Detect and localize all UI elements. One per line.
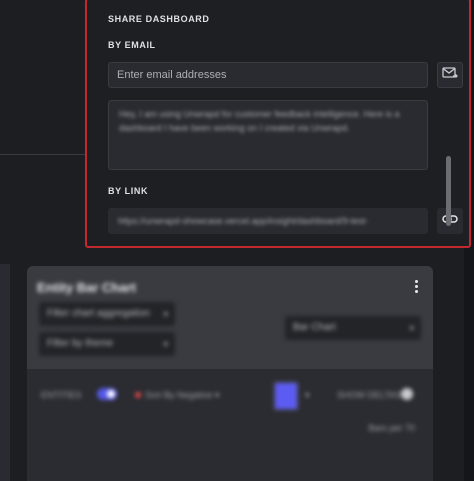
- aggregation-select-label: Filter chart aggregation: [47, 308, 150, 319]
- chart-type-label: Bar Chart: [293, 322, 336, 333]
- entities-toggle-label: ENTITIES: [41, 390, 82, 400]
- sort-select-label: Sort By Negative: [145, 390, 213, 400]
- sort-select[interactable]: Sort By Negative ▾: [135, 390, 220, 401]
- bars-per-label: Bars per 70: [368, 423, 415, 433]
- color-swatch[interactable]: [273, 381, 299, 411]
- share-dashboard-panel: SHARE DASHBOARD BY EMAIL Hey, I am using…: [85, 0, 471, 248]
- chevron-down-icon: ▾: [409, 323, 414, 333]
- mail-send-icon: [442, 66, 458, 85]
- chevron-down-icon: ▾: [163, 339, 168, 349]
- message-textarea[interactable]: Hey, I am using Unwrapd for customer fee…: [108, 100, 428, 170]
- more-options-icon[interactable]: [415, 280, 419, 293]
- background-side-panel: [0, 264, 10, 481]
- chevron-down-icon: ▾: [163, 309, 168, 319]
- deltas-toggle-label: SHOW DELTAS: [337, 390, 402, 400]
- group-select-label: Filter by theme: [47, 338, 114, 349]
- status-dot-icon: [135, 392, 141, 398]
- swatch-chevron-icon[interactable]: ▾: [305, 390, 310, 401]
- message-text: Hey, I am using Unwrapd for customer fee…: [119, 109, 400, 133]
- share-link-url: https://unwrapd-showcase.vercel.app/insi…: [118, 216, 369, 226]
- share-link-field[interactable]: https://unwrapd-showcase.vercel.app/insi…: [108, 208, 428, 234]
- deltas-toggle[interactable]: [401, 388, 413, 400]
- chart-title: Entity Bar Chart: [37, 280, 136, 295]
- by-email-label: BY EMAIL: [108, 40, 156, 50]
- aggregation-select[interactable]: Filter chart aggregation ▾: [39, 302, 175, 326]
- group-select[interactable]: Filter by theme ▾: [39, 332, 175, 356]
- by-link-label: BY LINK: [108, 186, 149, 196]
- email-input[interactable]: [108, 62, 428, 88]
- share-panel-title: SHARE DASHBOARD: [108, 14, 210, 24]
- chart-card: Entity Bar Chart Filter chart aggregatio…: [27, 266, 433, 481]
- entities-toggle[interactable]: [97, 388, 117, 400]
- send-email-button[interactable]: [437, 62, 463, 88]
- panel-scrollbar[interactable]: [446, 156, 451, 226]
- chart-type-select[interactable]: Bar Chart ▾: [285, 316, 421, 340]
- chart-toolbar: ENTITIES Sort By Negative ▾ ▾ SHOW DELTA…: [41, 381, 421, 411]
